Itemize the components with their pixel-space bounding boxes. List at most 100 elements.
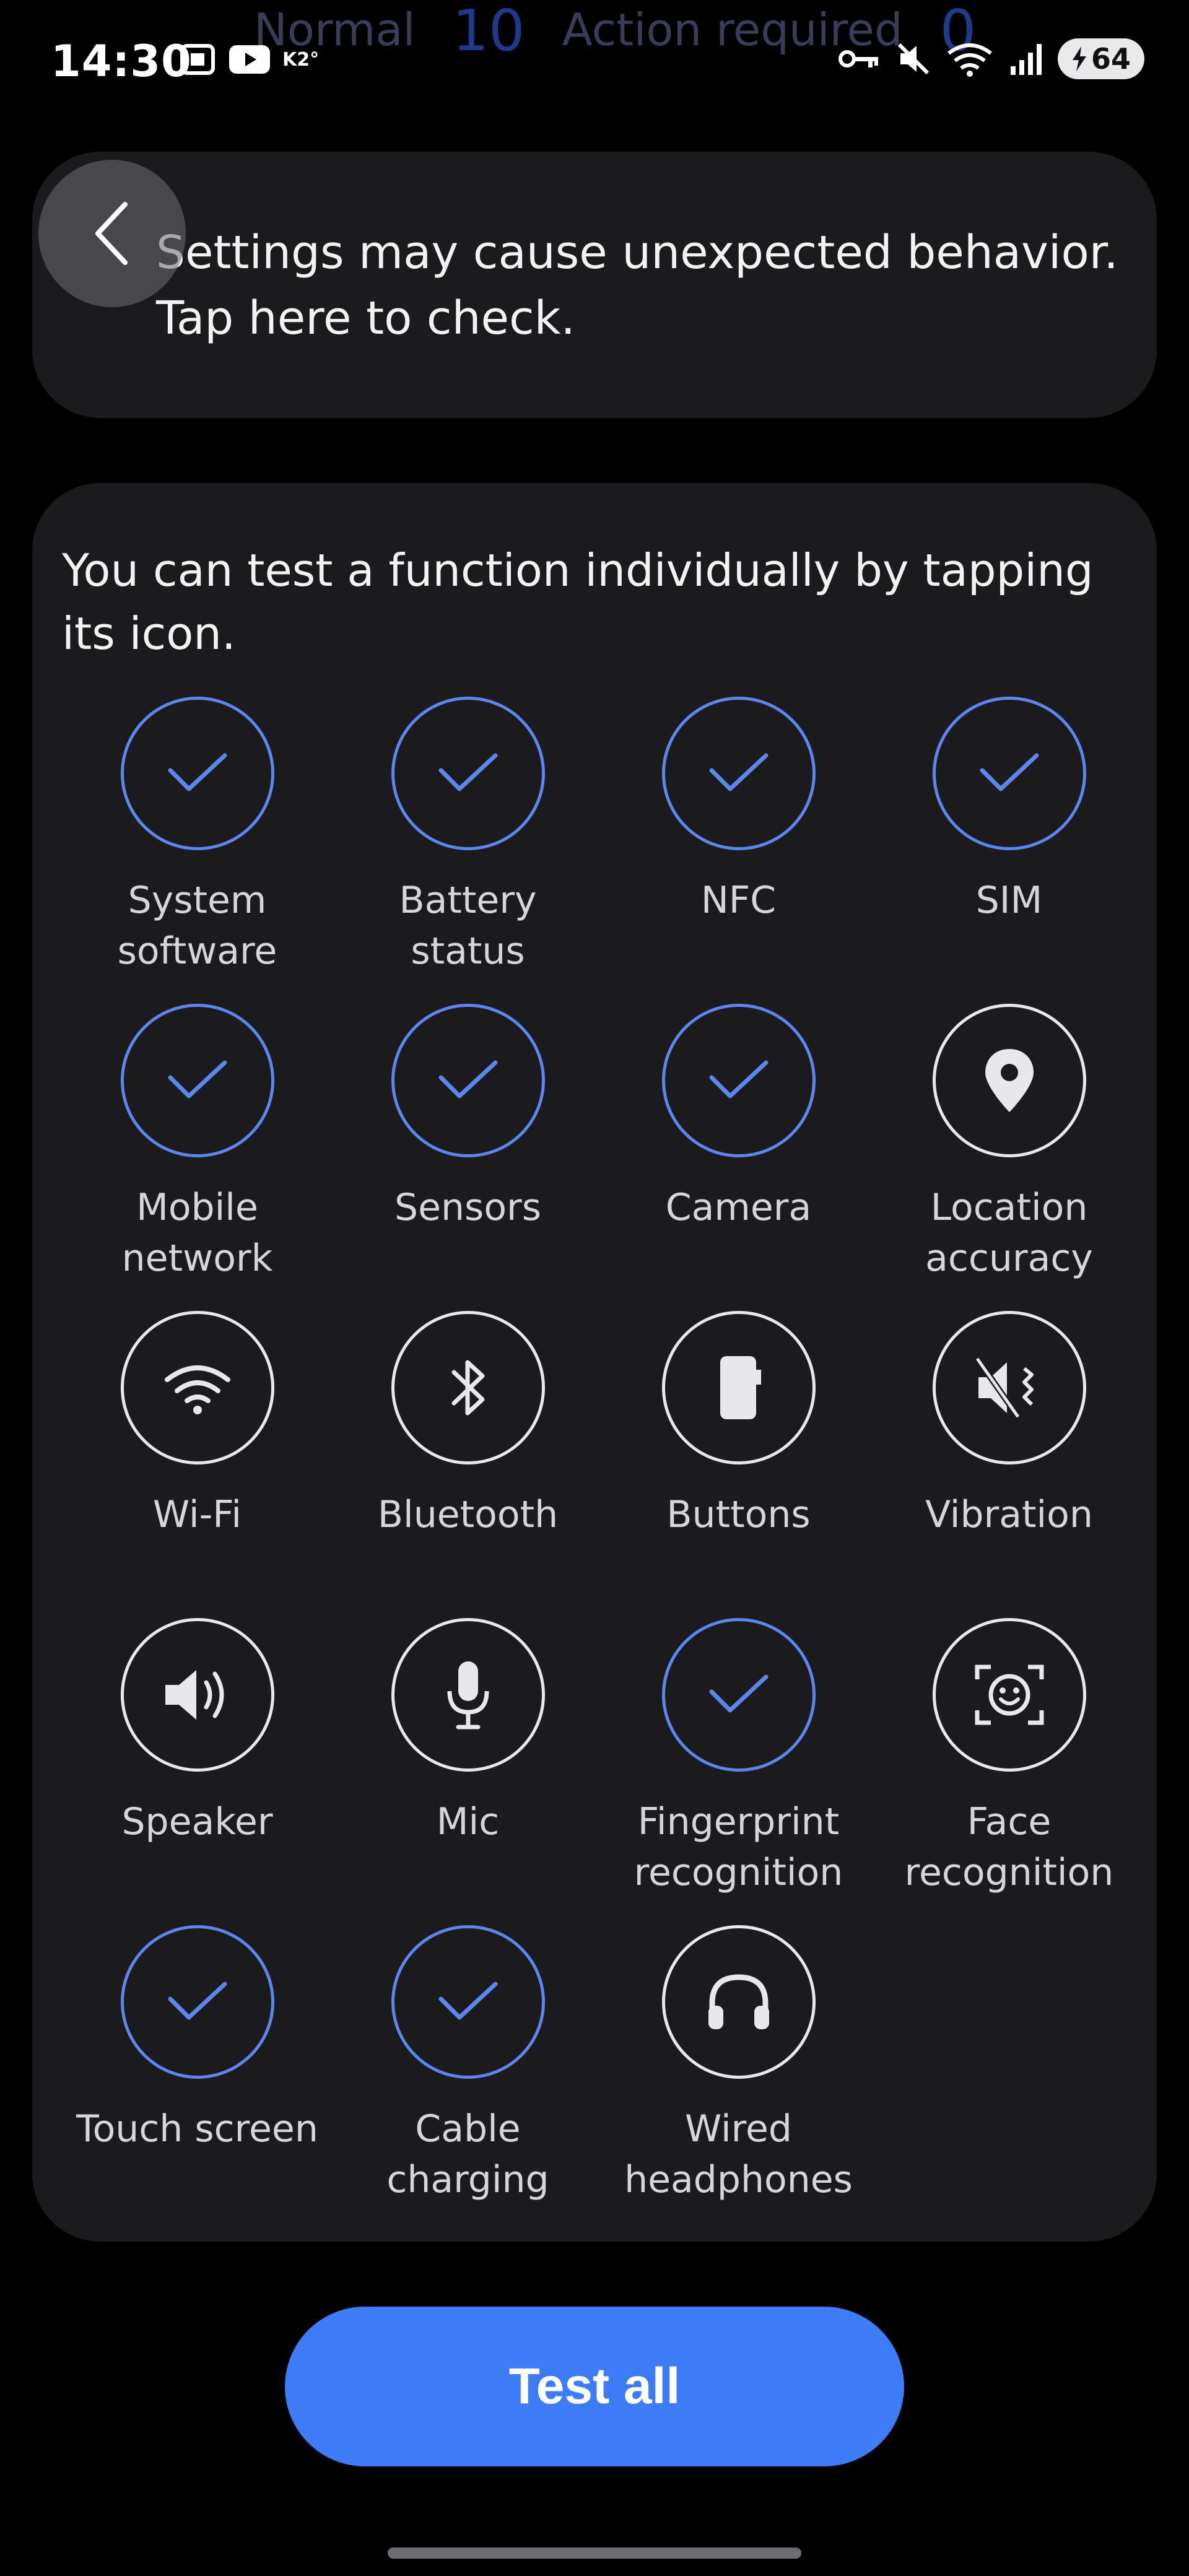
function-label: Face recognition	[904, 1800, 1114, 1894]
function-status-ring[interactable]	[391, 1311, 545, 1464]
function-status-ring[interactable]	[932, 1311, 1086, 1464]
chevron-left-icon	[95, 202, 128, 265]
function-label: Vibration	[925, 1493, 1093, 1536]
function-item-vibration[interactable]: Vibration	[874, 1311, 1144, 1618]
face-scan-icon	[972, 1661, 1047, 1729]
function-item-buttons[interactable]: Buttons	[603, 1311, 874, 1618]
status-time: 14:30	[51, 36, 192, 87]
battery-indicator: 64	[1057, 38, 1144, 79]
check-icon	[708, 1059, 770, 1102]
function-label: Wired headphones	[624, 2107, 853, 2201]
function-label: Buttons	[666, 1493, 811, 1536]
function-status-ring[interactable]	[120, 1925, 274, 2079]
function-label: Cable charging	[386, 2107, 549, 2201]
wifi-icon	[163, 1360, 232, 1416]
vibration-icon	[972, 1354, 1047, 1422]
function-item-mic[interactable]: Mic	[333, 1618, 603, 1925]
check-icon	[708, 1673, 770, 1717]
function-item-bluetooth[interactable]: Bluetooth	[333, 1311, 603, 1618]
function-item-face-recognition[interactable]: Face recognition	[874, 1618, 1144, 1925]
function-status-ring[interactable]	[932, 1618, 1086, 1772]
function-label: NFC	[700, 879, 777, 922]
check-icon	[167, 752, 229, 795]
check-icon	[437, 752, 499, 795]
status-icons-left: K2°	[178, 42, 319, 77]
check-icon	[167, 1980, 229, 2024]
function-label: Mobile network	[121, 1186, 273, 1280]
function-status-ring[interactable]	[661, 1311, 816, 1464]
test-all-button[interactable]: Test all	[285, 2307, 904, 2466]
function-item-mobile-network[interactable]: Mobile network	[62, 1004, 333, 1311]
function-status-ring[interactable]	[120, 1311, 274, 1464]
function-test-card: You can test a function individually by …	[32, 483, 1157, 2242]
status-icons-right: 64	[837, 38, 1144, 79]
function-status-ring[interactable]	[120, 1618, 274, 1772]
function-status-ring[interactable]	[661, 1925, 816, 2079]
location-pin-icon	[982, 1046, 1037, 1115]
function-test-intro: You can test a function individually by …	[62, 544, 1094, 659]
check-icon	[437, 1980, 499, 2024]
function-label: Location accuracy	[925, 1186, 1093, 1280]
data-indicator: K2°	[282, 48, 320, 71]
function-label: Speaker	[121, 1800, 273, 1843]
ghost-normal-count: 10	[452, 0, 525, 64]
function-label: System software	[117, 879, 277, 973]
vpn-key-icon	[838, 50, 878, 67]
function-status-ring[interactable]	[932, 697, 1086, 850]
function-label: Sensors	[394, 1186, 541, 1229]
function-label: Touch screen	[76, 2107, 318, 2151]
function-status-ring[interactable]	[120, 697, 274, 850]
settings-warning-text: Settings may cause unexpected behavior. …	[156, 226, 1118, 345]
phone-buttons-icon	[714, 1354, 764, 1422]
function-item-speaker[interactable]: Speaker	[62, 1618, 333, 1925]
function-label: Mic	[436, 1800, 500, 1843]
function-item-location-accuracy[interactable]: Location accuracy	[874, 1004, 1144, 1311]
headphones-icon	[705, 1971, 773, 2033]
function-status-ring[interactable]	[120, 1004, 274, 1157]
function-status-ring[interactable]	[661, 1618, 816, 1772]
function-item-wi-fi[interactable]: Wi-Fi	[62, 1311, 333, 1618]
function-status-ring[interactable]	[391, 1004, 545, 1157]
signal-icon	[1010, 44, 1042, 75]
function-item-sensors[interactable]: Sensors	[333, 1004, 603, 1311]
check-icon	[437, 1059, 499, 1102]
youtube-icon	[229, 45, 270, 74]
wifi-status-icon	[947, 43, 992, 77]
function-status-ring[interactable]	[661, 1004, 816, 1157]
function-item-fingerprint-recognition[interactable]: Fingerprint recognition	[603, 1618, 874, 1925]
check-icon	[167, 1059, 229, 1102]
function-item-system-software[interactable]: System software	[62, 697, 333, 1004]
settings-warning-card[interactable]: Settings may cause unexpected behavior. …	[32, 152, 1157, 418]
function-label: Fingerprint recognition	[634, 1800, 843, 1894]
screenshot-icon	[180, 44, 215, 75]
check-icon	[708, 752, 770, 795]
function-item-cable-charging[interactable]: Cable charging	[333, 1925, 603, 2232]
function-item-sim[interactable]: SIM	[874, 697, 1144, 1004]
mute-icon	[897, 43, 930, 75]
back-button[interactable]	[38, 160, 186, 307]
function-label: SIM	[975, 879, 1043, 922]
function-status-ring[interactable]	[932, 1004, 1086, 1157]
charging-bolt-icon	[1072, 46, 1086, 71]
mic-icon	[443, 1658, 493, 1732]
function-label: Bluetooth	[377, 1493, 559, 1536]
function-status-ring[interactable]	[391, 1618, 545, 1772]
function-item-nfc[interactable]: NFC	[603, 697, 874, 1004]
function-label: Battery status	[399, 879, 537, 973]
bluetooth-icon	[446, 1354, 490, 1422]
function-status-ring[interactable]	[391, 1925, 545, 2079]
function-label: Wi-Fi	[152, 1493, 242, 1536]
function-item-battery-status[interactable]: Battery status	[333, 697, 603, 1004]
status-bar: Normal 10 Action required 0 14:30 K2° 64	[0, 0, 1189, 130]
speaker-icon	[160, 1664, 235, 1726]
function-item-touch-screen[interactable]: Touch screen	[62, 1925, 333, 2232]
function-status-ring[interactable]	[661, 697, 816, 850]
function-item-camera[interactable]: Camera	[603, 1004, 874, 1311]
check-icon	[978, 752, 1040, 795]
function-grid: System software Battery status NFC SIM Mobil…	[62, 697, 1146, 2232]
home-indicator	[388, 2548, 801, 2559]
function-status-ring[interactable]	[391, 697, 545, 850]
function-label: Camera	[665, 1186, 812, 1229]
battery-level: 64	[1091, 42, 1131, 76]
function-item-wired-headphones[interactable]: Wired headphones	[603, 1925, 874, 2232]
